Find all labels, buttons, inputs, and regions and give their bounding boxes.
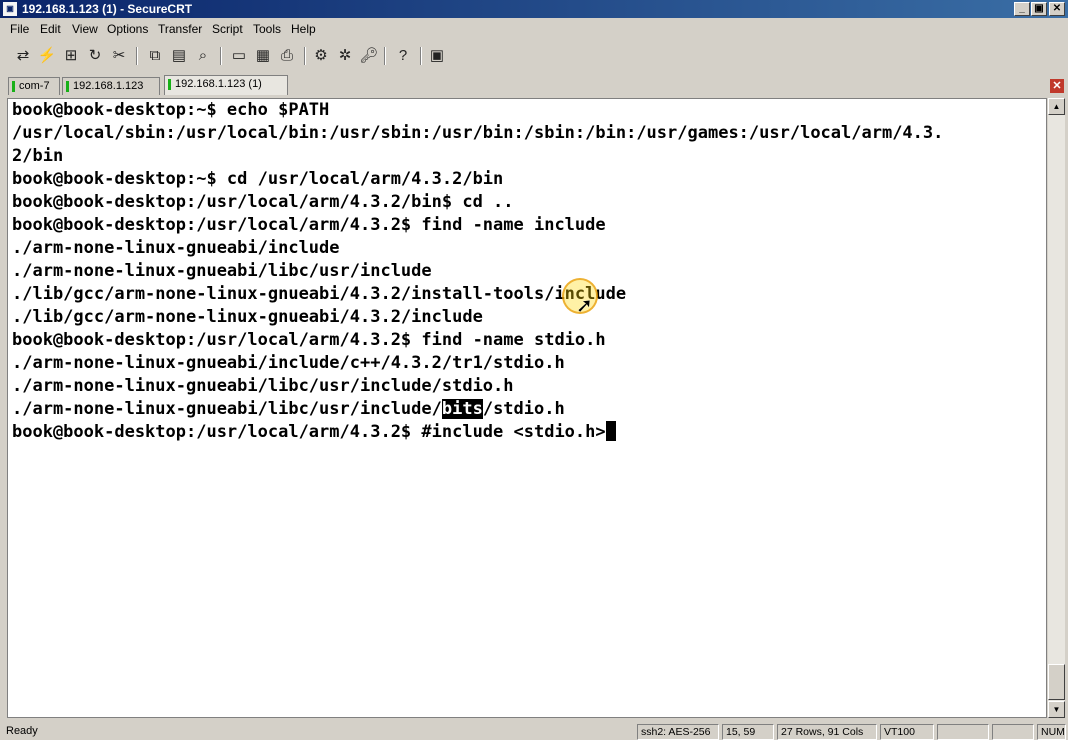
selected-text[interactable]: bits (441, 399, 483, 419)
scroll-up-button[interactable]: ▲ (1048, 98, 1065, 115)
copy-icon[interactable]: ⧉ (144, 45, 166, 67)
status-text: Ready (6, 725, 38, 737)
paste-icon[interactable]: ▤ (168, 45, 190, 67)
vertical-scrollbar[interactable]: ▲ ▼ (1048, 98, 1065, 718)
toolbar-separator (220, 47, 222, 65)
menu-help[interactable]: Help (291, 22, 316, 36)
terminal-line: 2/bin (12, 146, 64, 166)
print-selection-icon[interactable]: ▦ (252, 45, 274, 67)
find-icon[interactable]: ⌕ (192, 45, 214, 67)
disconnect-icon[interactable]: ✂ (108, 45, 130, 67)
toolbar-separator (384, 47, 386, 65)
sftp-icon[interactable]: ▣ (426, 45, 448, 67)
status-protocol: ssh2: AES-256 (637, 724, 719, 740)
close-tab-icon[interactable]: ✕ (1050, 79, 1064, 93)
toolbar-separator (136, 47, 138, 65)
terminal-line: ./arm-none-linux-gnueabi/include (12, 238, 340, 258)
menu-file[interactable]: File (10, 22, 29, 36)
terminal-line: ./lib/gcc/arm-none-linux-gnueabi/4.3.2/i… (12, 307, 483, 327)
print-setup-icon[interactable]: ▭ (228, 45, 250, 67)
menu-transfer[interactable]: Transfer (158, 22, 202, 36)
session-tab-bar: com-7 192.168.1.123 192.168.1.123 (1) (0, 75, 1068, 97)
status-pane-empty (992, 724, 1034, 740)
terminal-prompt-line: book@book-desktop:/usr/local/arm/4.3.2$ … (12, 421, 616, 444)
terminal-text: /stdio.h (482, 399, 565, 419)
terminal-line: /usr/local/sbin:/usr/local/bin:/usr/sbin… (12, 123, 944, 143)
status-cursor-position: 15, 59 (722, 724, 774, 740)
print-icon[interactable]: ⎙ (276, 45, 298, 67)
help-icon[interactable]: ? (392, 45, 414, 67)
scroll-down-button[interactable]: ▼ (1048, 701, 1065, 718)
terminal-text: ./arm-none-linux-gnueabi/libc/usr/includ… (12, 399, 442, 419)
maximize-button[interactable]: ▣ (1031, 2, 1047, 16)
reconnect-icon[interactable]: ↻ (84, 45, 106, 67)
status-num-lock: NUM (1037, 724, 1066, 740)
menu-tools[interactable]: Tools (253, 22, 281, 36)
terminal-line: ./lib/gcc/arm-none-linux-gnueabi/4.3.2/i… (12, 284, 627, 304)
scroll-thumb[interactable] (1048, 664, 1065, 700)
tab-192-168-1-123-1[interactable]: 192.168.1.123 (1) (164, 75, 288, 95)
terminal-output[interactable]: book@book-desktop:~$ echo $PATH /usr/loc… (7, 98, 1047, 718)
status-emulation: VT100 (880, 724, 934, 740)
status-dimensions: 27 Rows, 91 Cols (777, 724, 877, 740)
keymap-icon[interactable]: 🔑︎ (358, 45, 380, 67)
window-title: 192.168.1.123 (1) - SecureCRT (22, 2, 193, 16)
toolbar-separator (304, 47, 306, 65)
tab-com-7[interactable]: com-7 (8, 77, 60, 95)
status-bar: Ready ssh2: AES-256 15, 59 27 Rows, 91 C… (0, 722, 1068, 740)
terminal-line: book@book-desktop:~$ cd /usr/local/arm/4… (12, 169, 504, 189)
terminal-line: book@book-desktop:/usr/local/arm/4.3.2$ … (12, 215, 606, 235)
connect-icon[interactable]: ⇄ (12, 45, 34, 67)
toolbar-separator (420, 47, 422, 65)
mouse-pointer-icon: ➚ (576, 295, 593, 317)
minimize-button[interactable]: _ (1014, 2, 1030, 16)
menu-bar: File Edit View Options Transfer Script T… (0, 19, 1068, 39)
toolbar: ⇄ ⚡ ⊞ ↻ ✂ ⧉ ▤ ⌕ ▭ ▦ ⎙ ⚙ ✲ 🔑︎ ? ▣ (0, 41, 1068, 73)
menu-view[interactable]: View (72, 22, 98, 36)
tab-192-168-1-123[interactable]: 192.168.1.123 (62, 77, 160, 95)
status-pane-empty (937, 724, 989, 740)
title-bar: ▣ 192.168.1.123 (1) - SecureCRT _ ▣ ✕ (0, 0, 1068, 18)
terminal-line: book@book-desktop:/usr/local/arm/4.3.2/b… (12, 192, 514, 212)
securecrt-app-icon[interactable]: ▣ (3, 2, 17, 16)
terminal-line: ./arm-none-linux-gnueabi/include/c++/4.3… (12, 353, 565, 373)
session-options-icon[interactable]: ⚙ (310, 45, 332, 67)
terminal-line: book@book-desktop:~$ echo $PATH (12, 100, 330, 120)
text-cursor (605, 421, 616, 441)
menu-edit[interactable]: Edit (40, 22, 61, 36)
close-button[interactable]: ✕ (1049, 2, 1065, 16)
terminal-line-with-selection: ./arm-none-linux-gnueabi/libc/usr/includ… (12, 398, 565, 421)
terminal-line: book@book-desktop:/usr/local/arm/4.3.2$ … (12, 330, 606, 350)
terminal-line: ./arm-none-linux-gnueabi/libc/usr/includ… (12, 261, 432, 281)
menu-options[interactable]: Options (107, 22, 148, 36)
connect-tab-icon[interactable]: ⊞ (60, 45, 82, 67)
terminal-text: book@book-desktop:/usr/local/arm/4.3.2$ … (12, 422, 606, 442)
global-options-icon[interactable]: ✲ (334, 45, 356, 67)
terminal-line: ./arm-none-linux-gnueabi/libc/usr/includ… (12, 376, 514, 396)
menu-script[interactable]: Script (212, 22, 243, 36)
quick-connect-icon[interactable]: ⚡ (36, 45, 58, 67)
